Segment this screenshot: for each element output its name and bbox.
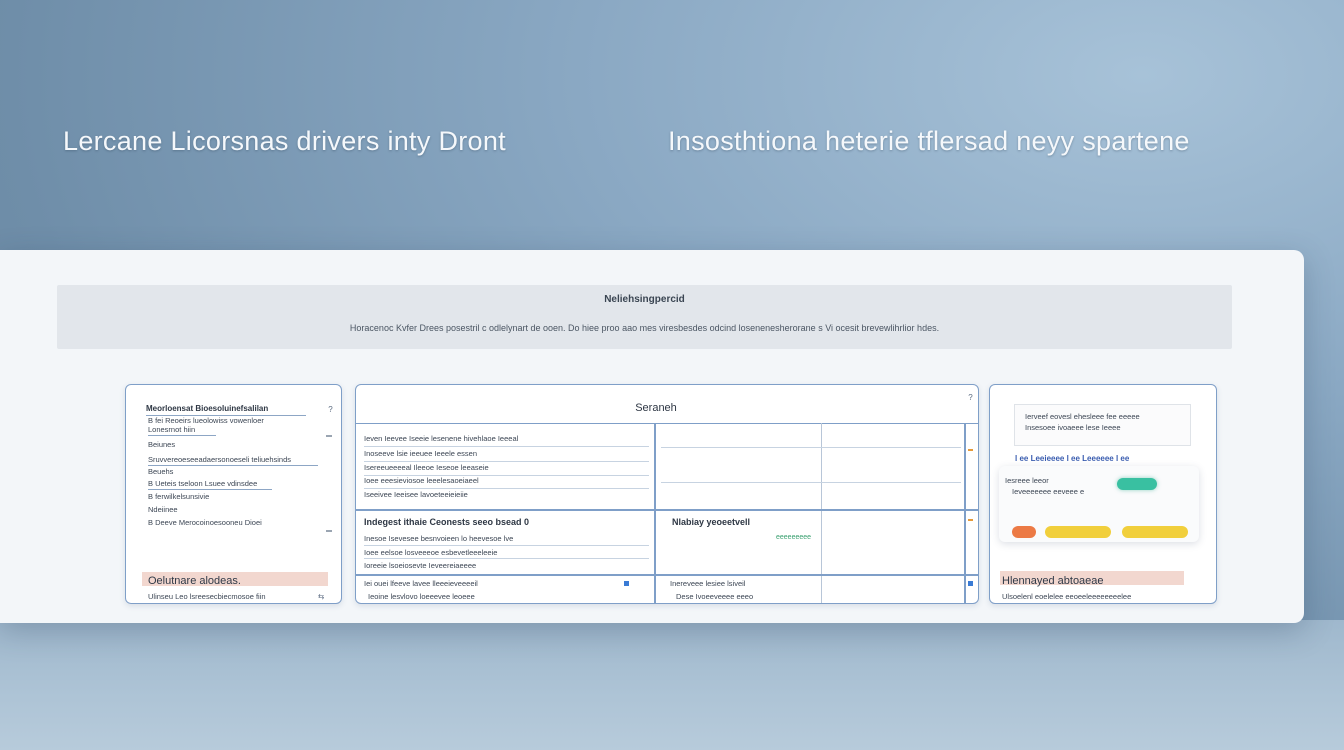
- middle-card[interactable]: Seraneh ? Ieven Ieevee Iseeie lesenene h…: [355, 384, 979, 604]
- list-item[interactable]: Ndeiinee: [148, 505, 178, 514]
- info-banner: Neliehsingpercid Horacenoc Kvfer Drees p…: [57, 285, 1232, 349]
- left-card[interactable]: Meorloensat Bioesoluinefsalilan ? B fei …: [125, 384, 342, 604]
- middle-card-header: Seraneh: [356, 385, 978, 424]
- section-title: Indegest ithaie Ceonests seeo bsead 0: [364, 517, 530, 527]
- info-line: Insesoee ivoaeee lese Ieeee: [1025, 423, 1121, 432]
- table-row[interactable]: Ioreeie lsoeiosevte Ieveereiaeeee: [364, 561, 476, 570]
- background-glow: [0, 620, 1344, 750]
- help-icon[interactable]: ?: [966, 393, 975, 402]
- list-item[interactable]: B fei Reoeirs lueolowiss vowenloer: [148, 416, 264, 425]
- list-item[interactable]: B ferwilkelsunsivie: [148, 492, 209, 501]
- list-item[interactable]: Sruvvereoeseeadaersonoeseli teliuehsinds: [148, 455, 291, 464]
- list-item[interactable]: Ieveeeeeee eeveee e: [1012, 487, 1084, 496]
- left-card-footer-sub: Ulinseu Leo lsreesecbiecmosoe fiin: [148, 592, 266, 601]
- headline-right: Insosthtiona heterie tflersad neyy spart…: [668, 126, 1190, 156]
- table-row[interactable]: Isereeueeeeal Ileeoe Ieseoe leeaseie: [364, 463, 489, 472]
- list-item[interactable]: Lonesrnot hiin: [148, 425, 195, 434]
- table-row[interactable]: Inereveee lesiee lsiveil: [670, 579, 745, 588]
- table-row[interactable]: Ioee eelsoe losveeeoe esbevetleeeleeie: [364, 548, 497, 557]
- scroll-handle-icon[interactable]: [326, 435, 332, 437]
- right-card-footer-title: Hlennayed abtoaeae: [1002, 575, 1104, 587]
- list-item[interactable]: Beiunes: [148, 440, 175, 449]
- list-item[interactable]: B Deeve Merocoinoesooneu Dioei: [148, 518, 262, 527]
- scroll-handle-icon[interactable]: ⇆: [318, 592, 324, 601]
- table-row[interactable]: Dese Ivoeeveeee eeeo: [676, 592, 753, 601]
- status-marker: [968, 449, 973, 451]
- middle-card-title: Seraneh: [635, 402, 677, 414]
- table-row[interactable]: Ieoine lesvlovo loeeevee leoeee: [368, 592, 475, 601]
- section-title: Nlabiay yeoeetvell: [672, 517, 751, 527]
- info-icon[interactable]: [968, 581, 973, 586]
- status-label: eeeeeeeee: [776, 534, 812, 541]
- help-icon[interactable]: ?: [326, 405, 335, 414]
- list-item[interactable]: B Ueteis tseloon Lsuee vdinsdee: [148, 479, 257, 488]
- scroll-handle-icon[interactable]: [326, 530, 332, 532]
- list-item[interactable]: Iesreee leeor: [1005, 476, 1049, 485]
- table-row[interactable]: Inoseeve lsie ieeuee Ieeele essen: [364, 449, 477, 458]
- banner-subtitle: Horacenoc Kvfer Drees posestril c odlely…: [349, 323, 940, 333]
- action-button[interactable]: [1012, 526, 1036, 538]
- table-row[interactable]: Iei ouei lfeeve lavee lleeeieveeeeil: [364, 579, 478, 588]
- info-icon[interactable]: [624, 581, 629, 586]
- right-card-footer-sub: Ulsoelenl eoelelee eeoeeleeeeeeeelee: [1002, 592, 1132, 601]
- table-row[interactable]: Ioee eeesieviosoe leeelesaoeiaeel: [364, 476, 479, 485]
- action-button[interactable]: [1122, 526, 1188, 538]
- info-line: Ierveef eovesl ehesleee fee eeeee: [1025, 412, 1140, 421]
- table-row[interactable]: Iseeivee Ieeisee lavoeteeieieiie: [364, 490, 468, 499]
- table-row[interactable]: Inesoe Isevesee besnvoieen lo heevesoe l…: [364, 534, 513, 543]
- left-card-footer-title: Oelutnare alodeas.: [148, 575, 241, 587]
- table-row[interactable]: Ieven Ieevee Iseeie lesenene hivehlaoe I…: [364, 434, 518, 443]
- action-button[interactable]: [1045, 526, 1111, 538]
- status-marker: [968, 519, 973, 521]
- left-card-heading: Meorloensat Bioesoluinefsalilan: [146, 404, 269, 413]
- list-item[interactable]: Beuehs: [148, 467, 173, 476]
- banner-title: Neliehsingpercid: [604, 294, 685, 305]
- status-row[interactable]: l ee Leeieeee l ee Leeeeee l ee: [1015, 454, 1129, 463]
- toggle-switch[interactable]: [1117, 478, 1157, 490]
- headline-left: Lercane Licorsnas drivers inty Dront: [63, 126, 506, 156]
